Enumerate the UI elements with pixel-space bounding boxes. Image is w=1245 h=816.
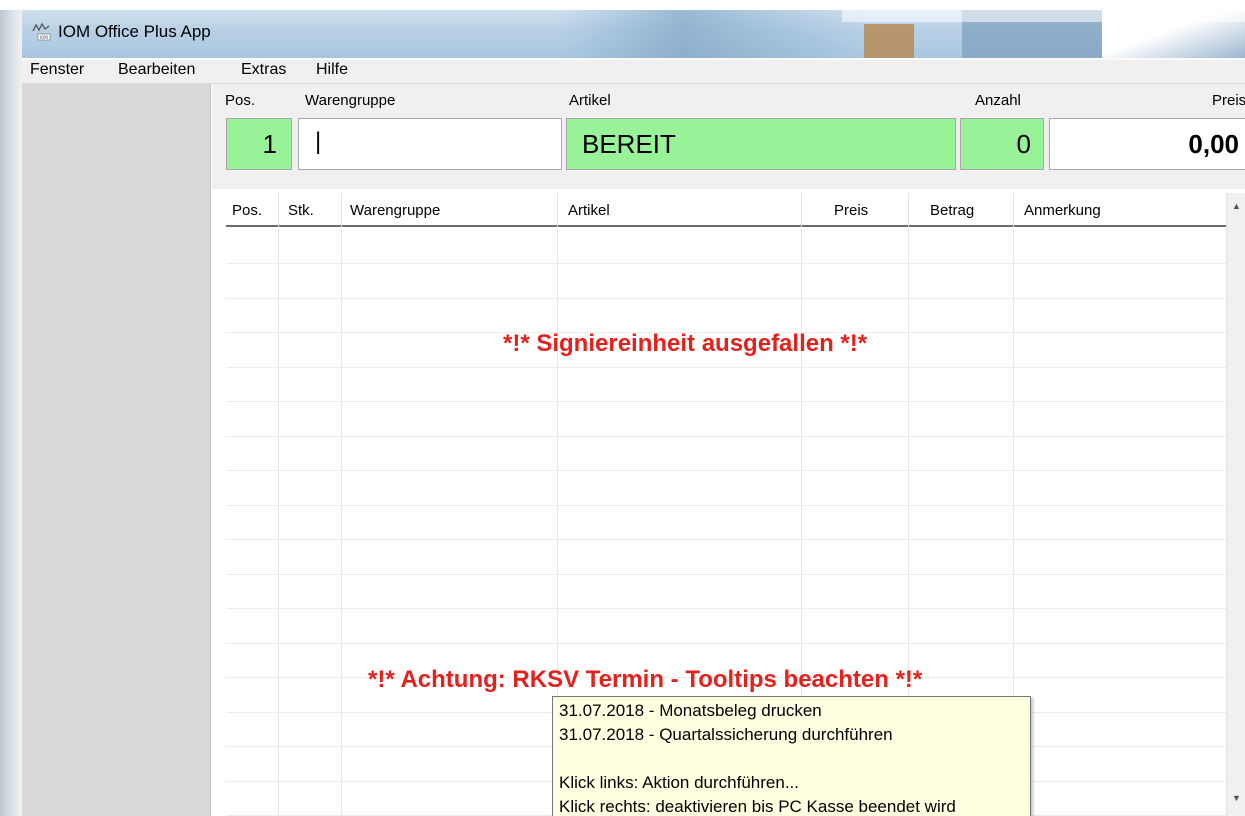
tooltip-line: 31.07.2018 - Monatsbeleg drucken [559,701,822,720]
scroll-down-icon[interactable]: ▼ [1232,793,1241,803]
grid-row-line [226,401,1226,402]
preis-field[interactable]: 0,00 [1049,118,1245,170]
pos-field[interactable]: 1 [226,118,292,170]
window-title: IOM Office Plus App [58,22,211,41]
menu-hilfe[interactable]: Hilfe [316,61,348,79]
tooltip-line: Klick rechts: deaktivieren bis PC Kasse … [559,797,956,816]
grid-row-line [226,504,1226,506]
title-bar[interactable]: IOM IOM Office Plus App [22,10,1245,58]
menu-bearbeiten[interactable]: Bearbeiten [118,61,195,79]
tooltip-line: 31.07.2018 - Quartalssicherung durchführ… [559,725,893,744]
grid-column-line [341,229,342,816]
text-cursor: | [315,128,322,155]
col-artikel[interactable]: Artikel [568,202,610,219]
grid-row-line [226,642,1226,644]
svg-text:IOM: IOM [40,35,48,40]
signature-warning: *!* Signiereinheit ausgefallen *!* [503,330,868,357]
col-anmerkung[interactable]: Anmerkung [1024,202,1101,219]
grid-column-line [278,229,279,816]
grid-row-line [226,573,1226,575]
tooltip-popup: 31.07.2018 - Monatsbeleg drucken 31.07.2… [552,696,1031,816]
col-stk[interactable]: Stk. [288,202,314,219]
artikel-status: BEREIT [582,129,676,159]
grid-row-line [226,263,1226,264]
artikel-label: Artikel [569,92,611,109]
preis-label: Preis [1212,92,1245,109]
entry-area: Pos. Warengruppe Artikel Anzahl Preis 1 … [212,84,1245,189]
desktop-edge [0,10,22,816]
grid-row-line [226,608,1226,609]
anzahl-label: Anzahl [975,92,1021,109]
tooltip-line: Klick links: Aktion durchführen... [559,773,800,792]
vertical-scrollbar[interactable]: ▲ ▼ [1226,193,1245,816]
grid-row-line [226,470,1226,471]
col-warengruppe[interactable]: Warengruppe [350,202,440,219]
warengruppe-input[interactable]: | [298,118,562,170]
rksv-warning[interactable]: *!* Achtung: RKSV Termin - Tooltips beac… [368,666,922,694]
app-logo-icon: IOM [32,22,51,41]
artikel-field[interactable]: BEREIT [566,118,956,170]
scroll-up-icon[interactable]: ▲ [1232,201,1241,211]
grid-row-line [226,366,1226,368]
col-preis[interactable]: Preis [834,202,868,219]
menu-extras[interactable]: Extras [241,61,286,79]
menu-fenster[interactable]: Fenster [30,61,84,79]
grid-row-line [226,297,1226,299]
grid-row-line [226,539,1226,540]
menu-bar: Fenster Bearbeiten Extras Hilfe [22,58,1245,84]
anzahl-field[interactable]: 0 [960,118,1044,170]
col-pos[interactable]: Pos. [232,202,262,219]
warengruppe-label: Warengruppe [305,92,396,109]
grid-row-line [226,435,1226,437]
side-panel [22,84,211,816]
pos-label: Pos. [225,92,256,109]
col-betrag[interactable]: Betrag [930,202,974,219]
table-header: Pos. Stk. Warengruppe Artikel Preis Betr… [226,193,1226,227]
